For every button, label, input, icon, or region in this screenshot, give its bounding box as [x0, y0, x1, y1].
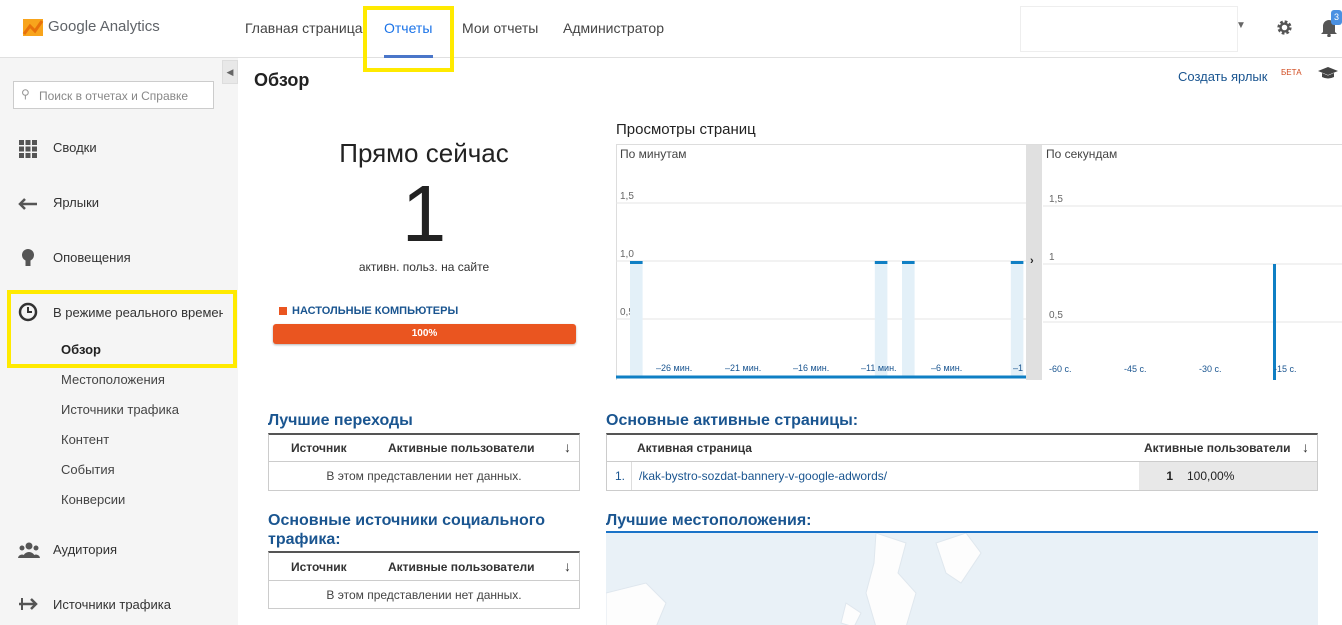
x-tick-label: -45 с.	[1124, 364, 1147, 374]
nav-home[interactable]: Главная страница	[245, 20, 363, 36]
col-active-users[interactable]: Активные пользователи	[1144, 441, 1291, 455]
sidebar-sub-events[interactable]: События	[61, 462, 115, 477]
bar-top	[902, 261, 915, 264]
per-minute-chart: 0,51,01,5–26 мин. –21 мин. –16 мин. –11 мин…	[616, 191, 1026, 379]
highlight-box-realtime	[7, 290, 237, 368]
sidebar-item-realtime[interactable]: В режиме реального времени	[53, 305, 223, 320]
x-tick-label: –26 мин.	[656, 363, 692, 373]
acquisition-icon	[19, 598, 38, 610]
x-tick-label: –6 мин.	[931, 363, 962, 373]
right-now-title: Прямо сейчас	[339, 138, 509, 168]
sidebar-item-alerts[interactable]: Оповещения	[53, 250, 131, 265]
col-active-users[interactable]: Активные пользователи	[388, 441, 535, 455]
pageviews-title: Просмотры страниц	[616, 121, 756, 138]
sort-down-icon[interactable]: ↓	[564, 558, 571, 574]
sidebar-sub-conversions[interactable]: Конверсии	[61, 492, 125, 507]
active-users-count: 1	[401, 169, 447, 258]
x-tick-label: -60 с.	[1049, 364, 1072, 374]
col-source[interactable]: Источник	[291, 441, 347, 455]
nav-my-reports[interactable]: Мои отчеты	[462, 20, 538, 36]
x-tick-label: –11 мин.	[861, 363, 897, 373]
y-tick-label: 0,5	[1049, 310, 1063, 321]
nav-reports-underline	[384, 55, 433, 58]
search-placeholder: Поиск в отчетах и Справке	[39, 89, 189, 103]
chevron-right-icon[interactable]: ›	[1030, 255, 1034, 267]
y-tick-label: 1	[1049, 252, 1055, 263]
bar-area	[1010, 261, 1024, 377]
bar	[1273, 264, 1276, 380]
x-tick-label: -15 с.	[1274, 364, 1297, 374]
map-land-shapes	[606, 533, 982, 625]
row-percent: 100,00%	[1187, 469, 1235, 483]
y-tick-label: 1,5	[1049, 194, 1063, 205]
locations-map[interactable]	[606, 531, 1318, 625]
col-active-users[interactable]: Активные пользователи	[388, 560, 535, 574]
sidebar-sub-traffic-sources[interactable]: Источники трафика	[61, 402, 179, 417]
row-divider	[269, 461, 579, 462]
page-link[interactable]: /kak-bystro-sozdat-bannery-v-google-adwo…	[639, 469, 887, 483]
cell-divider	[631, 462, 632, 490]
shortcut-arrow-icon	[18, 198, 37, 210]
x-tick-label: –1	[1013, 363, 1023, 373]
people-icon	[18, 542, 40, 558]
top-social-title-line1: Основные источники социального	[268, 512, 546, 529]
account-selector[interactable]	[1020, 6, 1238, 52]
row-rank: 1.	[615, 469, 626, 483]
bar-top	[1010, 261, 1024, 264]
active-users-subtitle: активн. польз. на сайте	[358, 260, 490, 274]
sidebar-sub-overview[interactable]: Обзор	[61, 342, 101, 357]
sort-down-icon[interactable]: ↓	[1302, 439, 1309, 455]
create-shortcut-link[interactable]: Создать ярлык	[1178, 69, 1267, 84]
grid-icon	[19, 140, 37, 158]
gear-icon[interactable]	[1275, 18, 1294, 37]
device-legend-swatch	[279, 307, 287, 315]
bar-area	[874, 261, 888, 377]
analytics-logo-icon	[22, 19, 44, 36]
sidebar-sub-locations[interactable]: Местоположения	[61, 372, 165, 387]
nav-admin[interactable]: Администратор	[563, 20, 664, 36]
brand-name[interactable]: Google Analytics	[48, 18, 160, 35]
chevron-down-icon[interactable]: ▼	[1236, 20, 1246, 31]
chart-divider	[1026, 145, 1042, 380]
top-locations-title: Лучшие местоположения:	[606, 512, 812, 529]
device-percent: 100%	[411, 328, 438, 339]
col-source[interactable]: Источник	[291, 560, 347, 574]
nav-reports[interactable]: Отчеты	[384, 20, 432, 36]
highlight-box-reports	[363, 6, 454, 72]
sidebar-item-shortcuts[interactable]: Ярлыки	[53, 195, 99, 210]
device-label: НАСТОЛЬНЫЕ КОМПЬЮТЕРЫ	[292, 305, 459, 317]
bar-top	[630, 261, 643, 264]
sidebar-collapse-button[interactable]: ◀	[222, 60, 238, 84]
search-icon: ⚲	[21, 87, 30, 101]
empty-message: В этом представлении нет данных.	[326, 588, 522, 602]
per-second-chart: 0,5 1 1,5 -60 с. -45 с. -30 с. -15 с.	[1043, 194, 1342, 380]
top-pages-title: Основные активные страницы:	[606, 412, 859, 429]
x-tick-label: –21 мин.	[725, 363, 761, 373]
x-tick-label: -30 с.	[1199, 364, 1222, 374]
sort-down-icon[interactable]: ↓	[564, 439, 571, 455]
page-title: Обзор	[254, 70, 310, 90]
sidebar-item-audience[interactable]: Аудитория	[53, 542, 117, 557]
lightbulb-icon	[22, 249, 34, 266]
sidebar-item-dashboards[interactable]: Сводки	[53, 140, 97, 155]
notification-badge: 3	[1331, 10, 1342, 25]
top-referrals-title: Лучшие переходы	[268, 412, 413, 429]
bar-area	[902, 261, 915, 377]
clock-icon	[18, 302, 38, 322]
bar-top	[874, 261, 888, 264]
y-tick-label: 1,0	[620, 249, 634, 260]
sidebar-item-traffic-sources[interactable]: Источники трафика	[53, 597, 171, 612]
y-tick-label: 1,5	[620, 191, 634, 202]
empty-message: В этом представлении нет данных.	[326, 469, 522, 483]
beta-badge: БЕТА	[1281, 68, 1302, 77]
x-tick-label: –16 мин.	[793, 363, 829, 373]
bar-area	[630, 261, 643, 377]
graduation-cap-icon[interactable]	[1318, 66, 1338, 80]
row-users: 1	[1166, 469, 1173, 483]
sidebar-sub-content[interactable]: Контент	[61, 432, 109, 447]
row-divider	[269, 580, 579, 581]
col-active-page[interactable]: Активная страница	[637, 441, 752, 455]
top-social-title-line2: трафика:	[268, 531, 341, 548]
